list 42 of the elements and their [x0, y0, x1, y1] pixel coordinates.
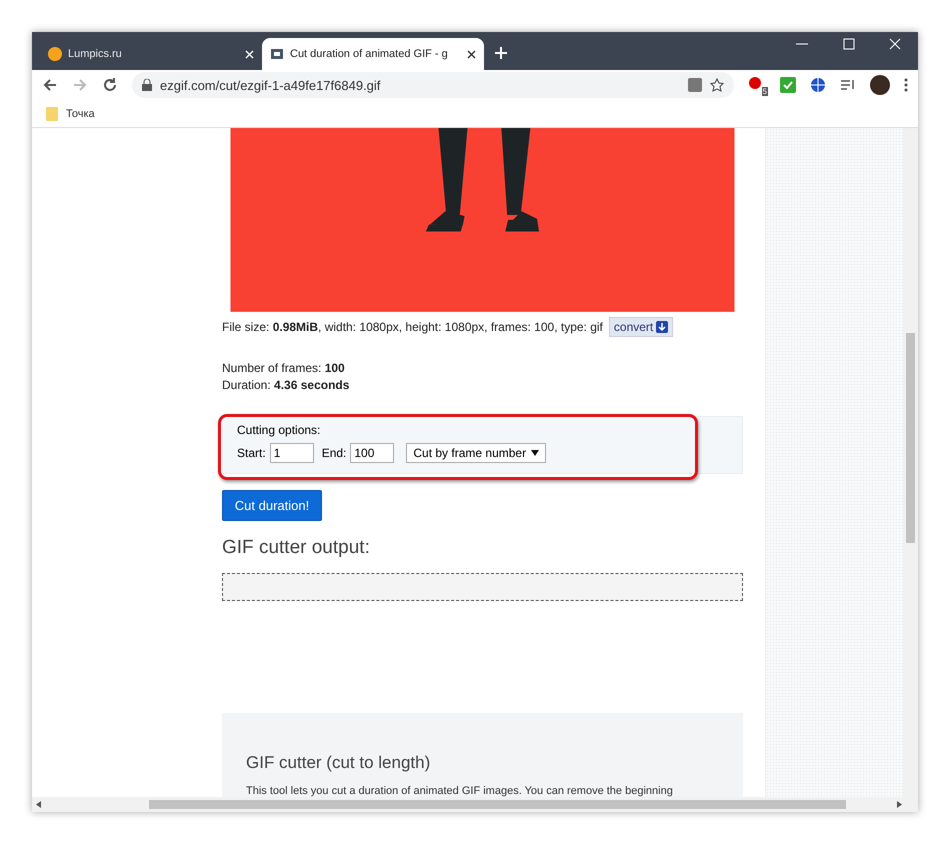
- avatar-icon[interactable]: [870, 75, 890, 95]
- caret-icon: [531, 450, 540, 456]
- convert-button[interactable]: convert: [608, 316, 674, 337]
- bookmark[interactable]: Точка: [66, 108, 95, 120]
- output-heading: GIF cutter output:: [222, 536, 371, 559]
- start-field[interactable]: 1: [270, 442, 314, 463]
- close-icon[interactable]: [467, 50, 476, 58]
- film-icon: [270, 47, 284, 61]
- start-label: Start:: [237, 446, 266, 460]
- folder-icon: [46, 106, 58, 120]
- scroll-thumb[interactable]: [149, 800, 846, 809]
- playlist-icon[interactable]: [840, 77, 856, 93]
- back-icon[interactable]: [42, 77, 58, 93]
- address-bar[interactable]: ezgif.com/cut/ezgif-1-a49fe17f6849.gif: [132, 72, 734, 98]
- download-icon: [656, 320, 668, 333]
- checkmark-icon[interactable]: [780, 77, 796, 93]
- info-heading: GIF cutter (cut to length): [246, 753, 432, 773]
- site-icon: [48, 47, 62, 61]
- reload-icon[interactable]: [102, 77, 118, 93]
- extension-badge: 5: [762, 87, 768, 96]
- file-info-text: File size: 0.98MiB, width: 1080px, height: 1080px, frames: 100, type: gif: [222, 320, 603, 334]
- lock-icon: [142, 79, 152, 91]
- scroll-thumb[interactable]: [906, 333, 915, 543]
- tab-title: Cut duration of animated GIF - g: [290, 48, 449, 60]
- options-title: Cutting options:: [237, 422, 322, 437]
- star-icon[interactable]: [710, 78, 724, 92]
- url-text: ezgif.com/cut/ezgif-1-a49fe17f6849.gif: [160, 78, 382, 92]
- end-field[interactable]: 100: [350, 442, 394, 463]
- tab-title: Lumpics.ru: [68, 48, 123, 60]
- browser-tab[interactable]: Lumpics.ru: [40, 38, 262, 70]
- right-arrow-icon[interactable]: [897, 801, 902, 808]
- new-tab-icon[interactable]: [494, 46, 508, 60]
- mode-dropdown[interactable]: Cut by frame number: [406, 442, 546, 463]
- info-text: This tool lets you cut a duration of animated GIF images. You can remove the beginning: [246, 785, 674, 797]
- menu-icon[interactable]: [904, 78, 908, 92]
- globe-icon[interactable]: [810, 77, 826, 93]
- frames-text: Number of frames: 100: [222, 360, 345, 375]
- end-label: End:: [322, 446, 346, 460]
- cut-duration-button[interactable]: Cut duration!: [222, 490, 322, 521]
- duration-text: Duration: 4.36 seconds: [222, 378, 350, 392]
- browser-tab[interactable]: Cut duration of animated GIF - g: [262, 38, 484, 70]
- left-arrow-icon[interactable]: [36, 801, 41, 808]
